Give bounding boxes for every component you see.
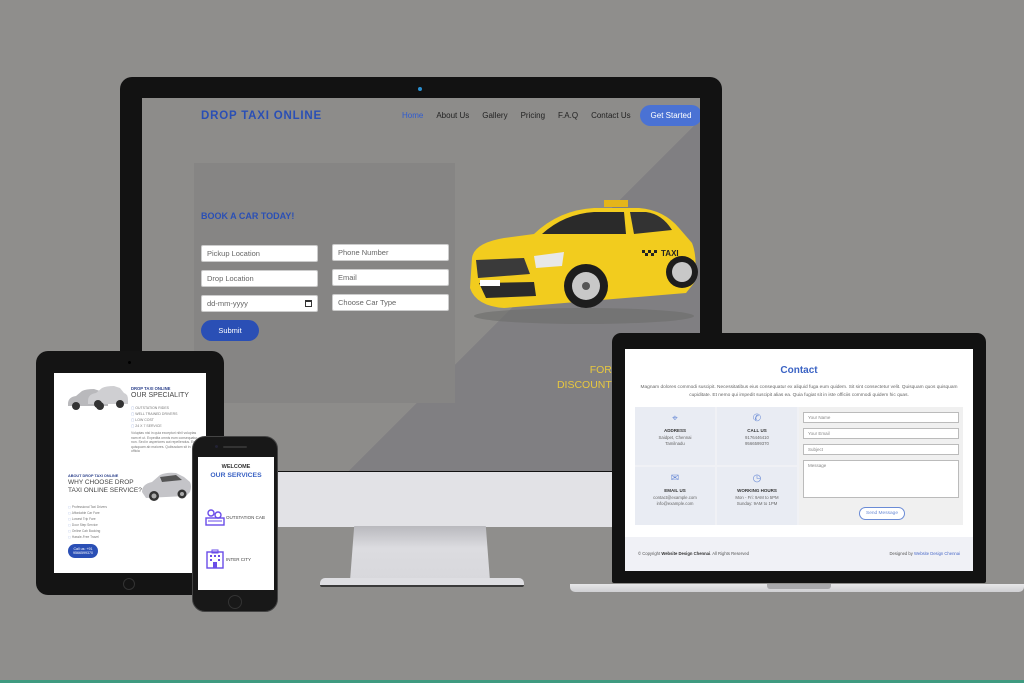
service-intercity[interactable]: INTER CITY <box>226 557 251 562</box>
monitor-stand-base <box>320 578 524 587</box>
nav-gallery[interactable]: Gallery <box>482 111 507 120</box>
date-input[interactable]: dd-mm-yyyy <box>201 295 318 312</box>
pickup-location-input[interactable]: Pickup Location <box>201 245 318 262</box>
call-us-button[interactable]: Call us: +91 9566599370 <box>68 544 98 558</box>
sedan-image <box>142 472 191 501</box>
copyright-text: © Copyright Website Design Chennai. All … <box>638 551 749 556</box>
booking-title: BOOK A CAR TODAY! <box>201 211 295 221</box>
drop-location-input[interactable]: Drop Location <box>201 270 318 287</box>
phone-icon: ✆ <box>752 413 762 424</box>
booking-panel: BOOK A CAR TODAY! Pickup Location Phone … <box>194 163 455 403</box>
phone-home-button[interactable] <box>228 595 242 609</box>
nav-contact[interactable]: Contact Us <box>591 111 631 120</box>
info-line[interactable]: 9566599370 <box>717 441 797 447</box>
copyright-suffix: . All Rights Reserved <box>710 551 750 556</box>
designed-by: Designed by Website Design Chennai <box>890 551 960 556</box>
speciality-kicker: DROP TAXI ONLINE <box>131 386 171 391</box>
laptop: Contact Magnam dolores commodi suscipit.… <box>612 333 986 583</box>
speciality-list: OUTSTATION RIDES WELL TRAINED DRIVERS LO… <box>131 405 178 429</box>
laptop-notch <box>767 584 831 589</box>
main-nav: Home About Us Gallery Pricing F.A.Q Cont… <box>402 111 631 120</box>
submit-button[interactable]: Submit <box>201 320 259 341</box>
info-heading: EMAIL US <box>664 488 686 493</box>
phone-number-input[interactable]: Phone Number <box>332 244 449 261</box>
tablet-camera <box>128 361 131 364</box>
service-outstation[interactable]: OUTSTATION CAB <box>226 515 265 520</box>
copyright-prefix: © Copyright <box>638 551 662 556</box>
map-pin-icon: ⌖ <box>672 413 678 424</box>
info-heading: CALL US <box>747 428 767 433</box>
info-call: ✆ CALL US 9176446410 9566599370 <box>717 407 797 465</box>
envelope-icon: ✉ <box>670 473 680 484</box>
reason-item: Hassle-Free Travel <box>68 534 107 540</box>
phone-camera <box>215 445 218 448</box>
nav-home[interactable]: Home <box>402 111 423 120</box>
calendar-icon[interactable] <box>305 300 312 307</box>
speciality-item: 24 X 7 SERVICE <box>131 423 178 429</box>
message-textarea[interactable]: Message <box>803 460 959 498</box>
your-email-input[interactable]: Your Email <box>803 428 959 439</box>
cars-image <box>68 386 128 410</box>
taxi-sign-text: TAXI <box>661 249 679 258</box>
laptop-screen: Contact Magnam dolores commodi suscipit.… <box>625 349 973 571</box>
services-welcome: WELCOME <box>221 464 251 470</box>
phone-screen: WELCOME OUR SERVICES OUTSTATION CAB INTE… <box>198 457 274 590</box>
reasons-list: Professional Taxi Drivers Affordable Car… <box>68 504 107 540</box>
info-email: ✉ EMAIL US contact@example.com info@exam… <box>635 467 715 525</box>
copyright-brand: Website Design Chennai <box>661 551 711 556</box>
your-name-input[interactable]: Your Name <box>803 412 959 423</box>
designer-link[interactable]: Website Design Chennai <box>914 551 960 556</box>
info-heading: WORKING HOURS <box>737 488 777 493</box>
smartphone: WELCOME OUR SERVICES OUTSTATION CAB INTE… <box>192 436 278 612</box>
site-footer: © Copyright Website Design Chennai. All … <box>625 537 973 571</box>
phone-speaker <box>223 446 247 448</box>
contact-form: Your Name Your Email Subject Message Sen… <box>799 407 963 525</box>
car-type-select[interactable]: Choose Car Type <box>332 294 449 311</box>
contact-description: Magnam dolores commodi suscipit. Necessi… <box>640 385 958 398</box>
designed-prefix: Designed by <box>889 551 914 556</box>
nav-faq[interactable]: F.A.Q <box>558 111 578 120</box>
send-message-button[interactable]: Send Message <box>859 507 905 520</box>
services-title: OUR SERVICES <box>210 472 262 479</box>
speciality-heading: OUR SPECIALITY <box>131 392 189 399</box>
contact-title: Contact <box>780 365 818 376</box>
speciality-paragraph: Voluptas nisi in quia excepturi nihil vo… <box>131 431 199 453</box>
nav-pricing[interactable]: Pricing <box>521 111 545 120</box>
taxi-car-image: TAXI <box>470 200 698 324</box>
tablet-screen: DROP TAXI ONLINE OUR SPECIALITY OUTSTATI… <box>54 373 206 573</box>
site-logo[interactable]: DROP TAXI ONLINE <box>201 110 322 122</box>
info-heading: ADDRESS <box>663 428 686 433</box>
info-line: Sunday: 9AM to 1PM <box>736 501 778 506</box>
nav-about[interactable]: About Us <box>436 111 469 120</box>
get-started-button[interactable]: Get Started <box>640 105 700 126</box>
clock-icon: ◷ <box>752 473 762 484</box>
about-heading: WHY CHOOSE DROP TAXI ONLINE SERVICE? <box>68 479 142 494</box>
building-icon <box>206 549 224 569</box>
info-line[interactable]: info@example.com <box>635 501 715 507</box>
tablet-home-button[interactable] <box>123 578 135 590</box>
about-kicker: ABOUT DROP TAXI ONLINE <box>68 474 119 478</box>
subject-input[interactable]: Subject <box>803 444 959 455</box>
info-hours: ◷ WORKING HOURS Mon - Fri: 9AM to 5PM Su… <box>717 467 797 525</box>
webcam-indicator <box>418 87 422 91</box>
monitor-stand <box>350 526 490 581</box>
contact-info-grid: ⌖ ADDRESS Saidpet, Chennai Tamilnadu ✆ C… <box>635 407 799 525</box>
info-address: ⌖ ADDRESS Saidpet, Chennai Tamilnadu <box>635 407 715 465</box>
email-input[interactable]: Email <box>332 269 449 286</box>
info-line: Tamilnadu <box>665 441 685 446</box>
date-placeholder: dd-mm-yyyy <box>207 299 248 308</box>
outstation-icon <box>205 509 225 526</box>
